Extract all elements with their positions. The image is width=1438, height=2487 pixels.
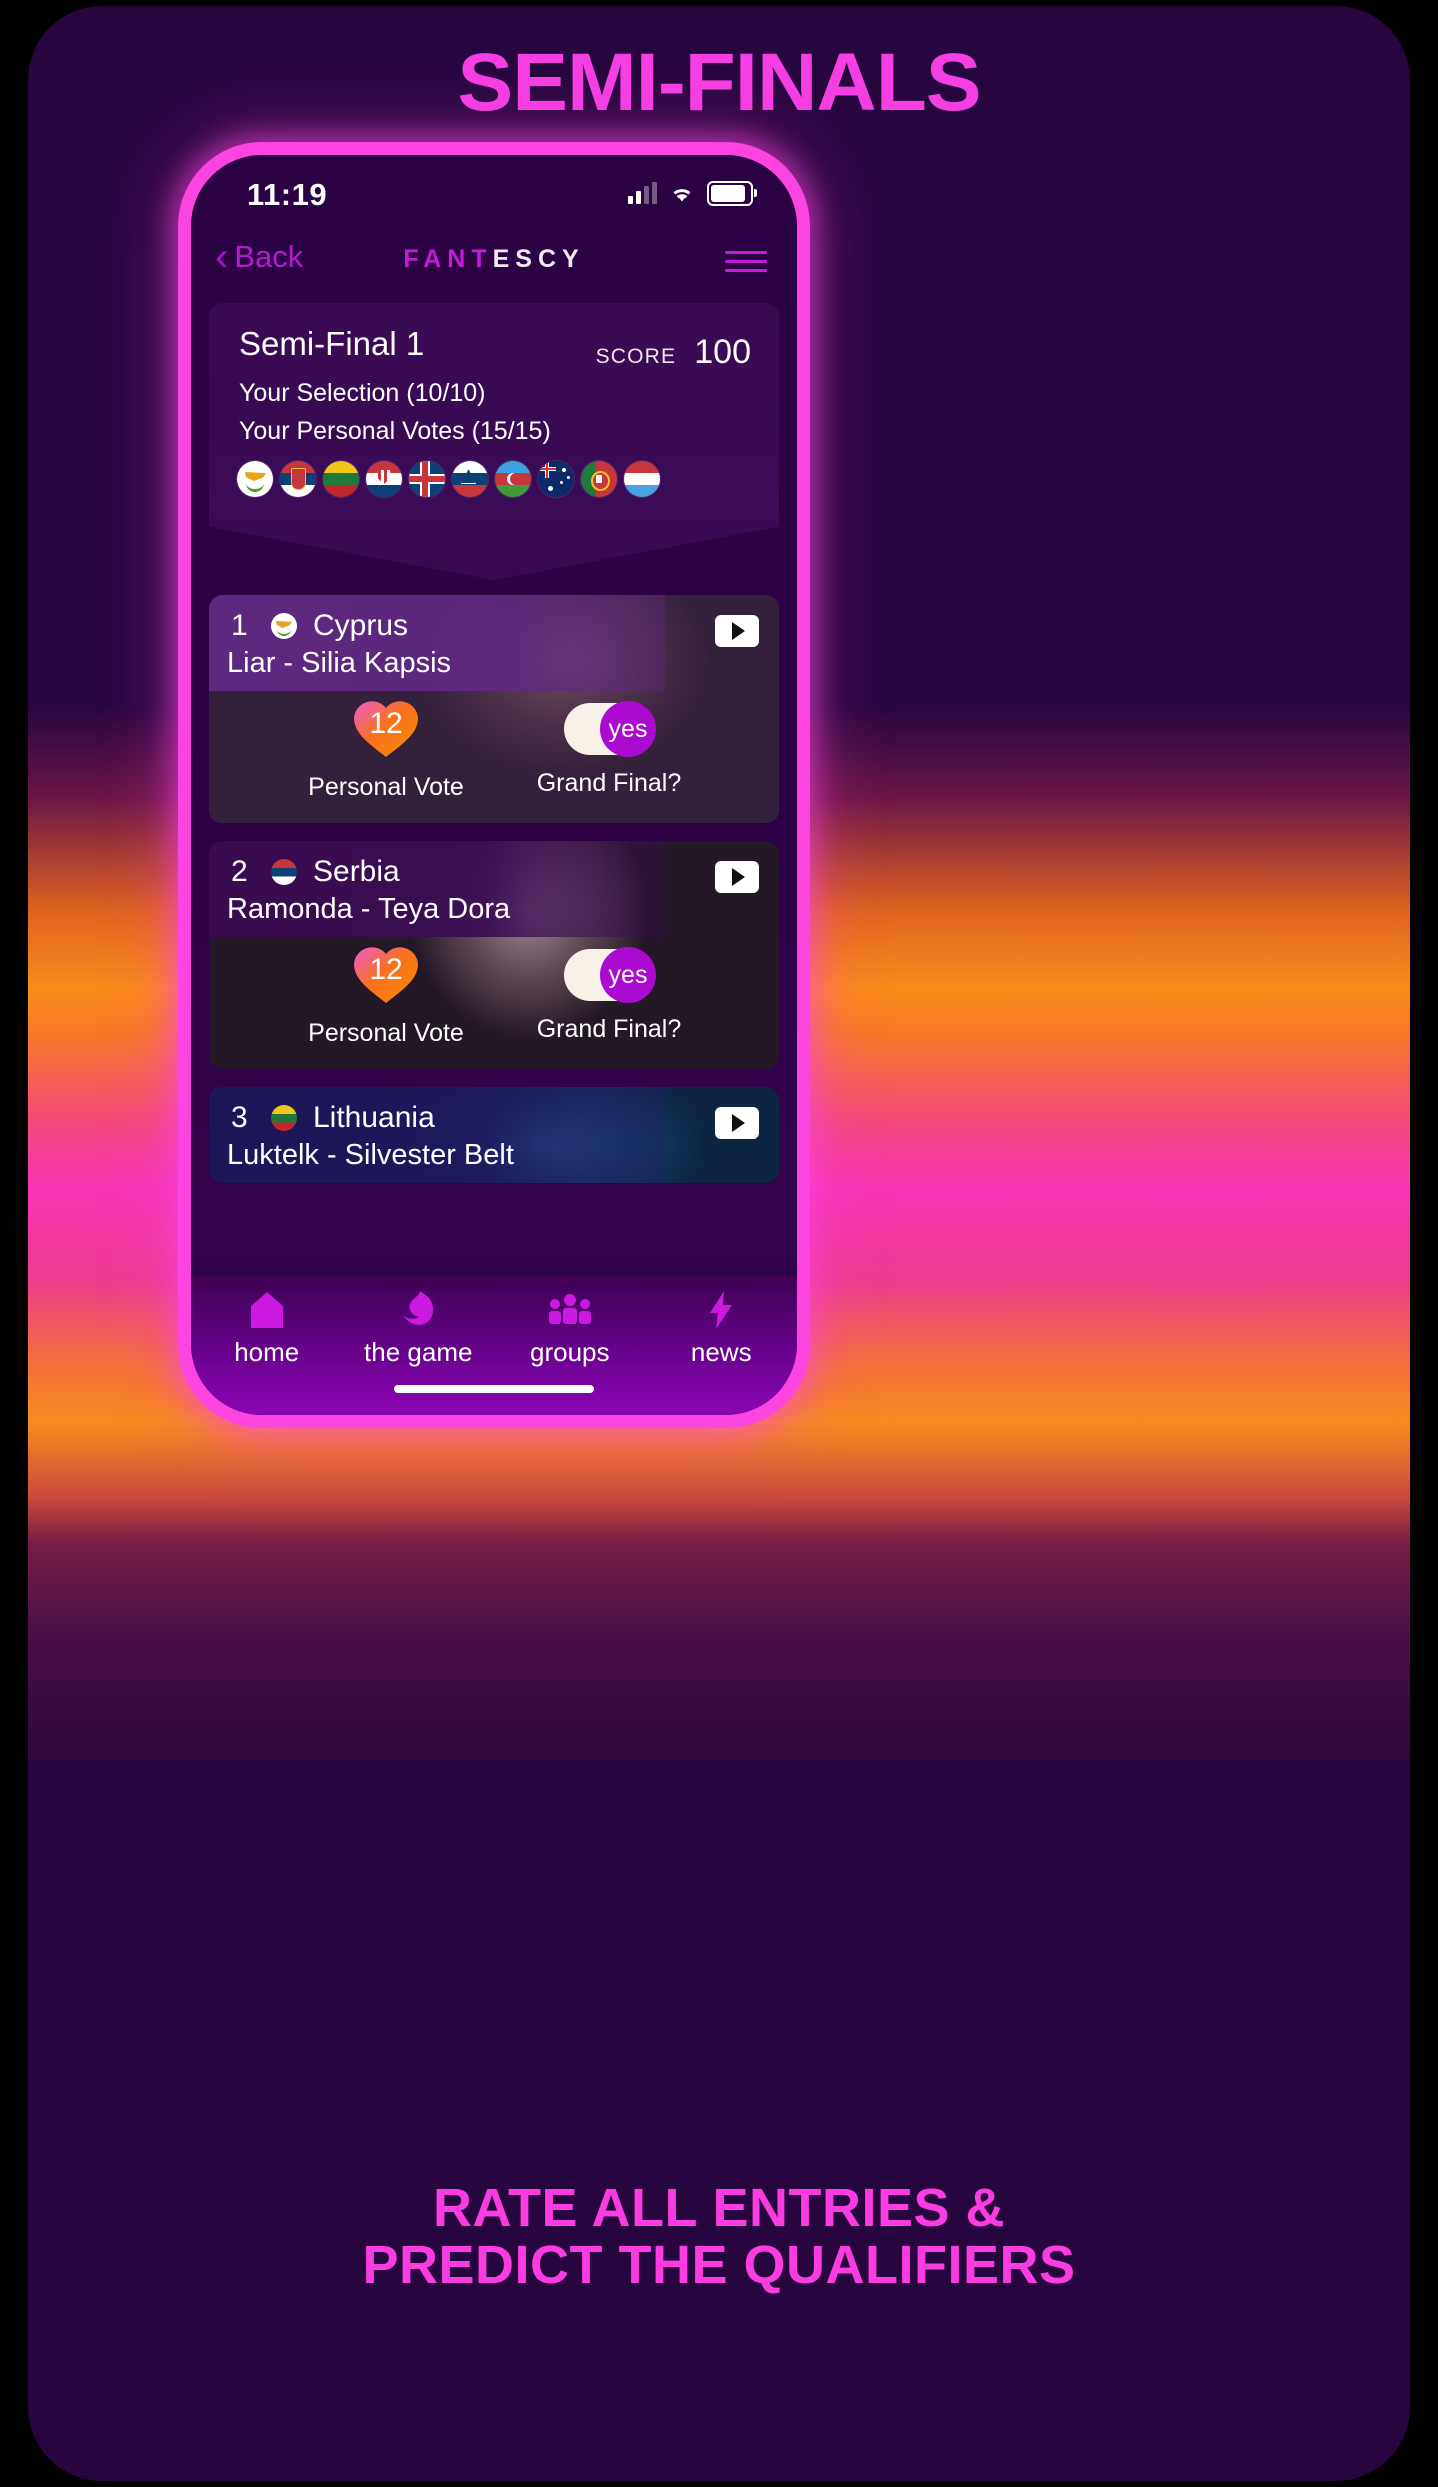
summary-flag-au[interactable] (538, 461, 574, 497)
tab-groups-label: groups (530, 1337, 610, 1367)
phone-screen: 11:19 ‹ Back FANTESCY Semi-Final 1 SCORE… (191, 155, 797, 1415)
entry-controls-2: 12 Personal Vote yes Grand Final? (209, 937, 779, 1067)
entry-controls-1: 12 Personal Vote yes Grand Final? (209, 691, 779, 821)
personal-vote-control-2[interactable]: 12 Personal Vote (301, 943, 471, 1048)
brand-text-part2: ESCY (492, 245, 585, 273)
summary-flag-pt[interactable] (581, 461, 617, 497)
score-display: SCORE 100 (596, 333, 751, 372)
summary-card-tail (209, 518, 779, 580)
poster-headline: SEMI-FINALS (457, 37, 981, 128)
entry-card-1[interactable]: 1 Cyprus Liar - Silia Kapsis 12 Personal… (209, 595, 779, 823)
app-nav-bar: ‹ Back FANTESCY (191, 227, 797, 295)
poster-background: SEMI-FINALS 11:19 ‹ Back FANTESCY Semi-F… (28, 6, 1410, 2481)
tab-news[interactable]: news (646, 1275, 798, 1368)
selected-flags-row (237, 461, 660, 497)
back-button[interactable]: ‹ Back (215, 237, 303, 277)
brand-text-part1: FANT (403, 245, 493, 273)
poster-root: SEMI-FINALS 11:19 ‹ Back FANTESCY Semi-F… (0, 0, 1438, 2487)
heart-icon-2: 12 (352, 943, 420, 1005)
personal-vote-label-2: Personal Vote (308, 1019, 464, 1047)
heart-icon-1: 12 (352, 697, 420, 759)
summary-flag-az[interactable] (495, 461, 531, 497)
entry-song-3: Luktelk - Silvester Belt (227, 1139, 514, 1171)
tab-home-label: home (234, 1337, 300, 1367)
tab-the-game[interactable]: the game (343, 1275, 495, 1368)
summary-flag-lu[interactable] (624, 461, 660, 497)
page-title: Semi-Final 1 (239, 325, 425, 362)
entry-country-3: Lithuania (313, 1101, 435, 1134)
bottom-tab-bar: home the game groups news (191, 1275, 797, 1415)
summary-flag-is[interactable] (409, 461, 445, 497)
grand-final-toggle-1[interactable]: yes Grand Final? (509, 697, 709, 798)
status-bar-indicators (628, 181, 757, 206)
back-button-label: Back (234, 239, 304, 274)
grand-final-label-1: Grand Final? (536, 769, 682, 797)
play-video-icon-1[interactable] (715, 615, 759, 647)
personal-vote-value-2: 12 (369, 953, 403, 986)
entry-card-2[interactable]: 2 Serbia Ramonda - Teya Dora 12 Personal… (209, 841, 779, 1069)
bird-icon (343, 1289, 495, 1331)
entry-song-2: Ramonda - Teya Dora (227, 893, 511, 925)
summary-flag-si[interactable] (452, 461, 488, 497)
score-label: SCORE (595, 345, 677, 368)
entry-rank-1: 1 (231, 609, 248, 642)
tab-news-label: news (690, 1337, 752, 1367)
chevron-left-icon: ‹ (215, 235, 229, 279)
your-personal-votes-text: Your Personal Votes (15/15) (239, 417, 551, 445)
summary-flag-cy[interactable] (237, 461, 273, 497)
grand-final-label-2: Grand Final? (536, 1015, 682, 1043)
tab-groups[interactable]: groups (494, 1275, 646, 1368)
entry-flag-2 (271, 859, 297, 885)
status-bar: 11:19 (191, 155, 797, 227)
entry-flag-3 (271, 1105, 297, 1131)
summary-flag-rs[interactable] (280, 461, 316, 497)
entry-header-3: 3 Lithuania Luktelk - Silvester Belt (209, 1087, 779, 1183)
entry-header-1: 1 Cyprus Liar - Silia Kapsis (209, 595, 779, 691)
hamburger-menu-icon[interactable] (725, 245, 767, 278)
entry-rank-2: 2 (231, 855, 248, 888)
cellular-bars-icon (628, 181, 657, 204)
personal-vote-label-1: Personal Vote (308, 773, 464, 801)
summary-flag-hr[interactable] (366, 461, 402, 497)
people-group-icon (494, 1289, 646, 1331)
tab-home[interactable]: home (191, 1275, 343, 1368)
tab-the-game-label: the game (364, 1337, 473, 1367)
grand-final-toggle-2[interactable]: yes Grand Final? (509, 943, 709, 1044)
lightning-bolt-icon (646, 1289, 798, 1331)
personal-vote-control-1[interactable]: 12 Personal Vote (301, 697, 471, 802)
caption-line-1: RATE ALL ENTRIES & (432, 2178, 1006, 2238)
battery-full-icon (707, 181, 757, 206)
home-indicator-bar (394, 1385, 594, 1393)
toggle-switch-1[interactable]: yes (564, 701, 656, 757)
caption-line-2: PREDICT THE QUALIFIERS (362, 2235, 1076, 2296)
your-selection-text: Your Selection (10/10) (239, 379, 486, 407)
poster-caption: RATE ALL ENTRIES & PREDICT THE QUALIFIER… (28, 2178, 1410, 2296)
entry-country-1: Cyprus (313, 609, 409, 642)
home-icon (191, 1289, 343, 1331)
app-brand-logo: FANTESCY (403, 245, 584, 274)
wifi-icon (673, 188, 691, 201)
semifinal-summary-card: Semi-Final 1 SCORE 100 Your Selection (1… (209, 303, 779, 518)
personal-vote-value-1: 12 (369, 707, 403, 740)
entry-flag-1 (271, 613, 297, 639)
toggle-knob-1: yes (600, 701, 656, 757)
play-video-icon-2[interactable] (715, 861, 759, 893)
toggle-knob-2: yes (600, 947, 656, 1003)
toggle-switch-2[interactable]: yes (564, 947, 656, 1003)
status-bar-clock: 11:19 (247, 177, 328, 212)
sunset-glow-band-4 (28, 1540, 1410, 1760)
phone-mockup: 11:19 ‹ Back FANTESCY Semi-Final 1 SCORE… (178, 142, 810, 1428)
score-value: 100 (694, 333, 751, 371)
entry-song-1: Liar - Silia Kapsis (227, 647, 452, 679)
entry-rank-3: 3 (231, 1101, 248, 1134)
summary-flag-lt[interactable] (323, 461, 359, 497)
entry-header-2: 2 Serbia Ramonda - Teya Dora (209, 841, 779, 937)
entry-card-3[interactable]: 3 Lithuania Luktelk - Silvester Belt (209, 1087, 779, 1183)
play-video-icon-3[interactable] (715, 1107, 759, 1139)
list-fade-overlay (191, 1249, 797, 1275)
entry-country-2: Serbia (313, 855, 400, 888)
